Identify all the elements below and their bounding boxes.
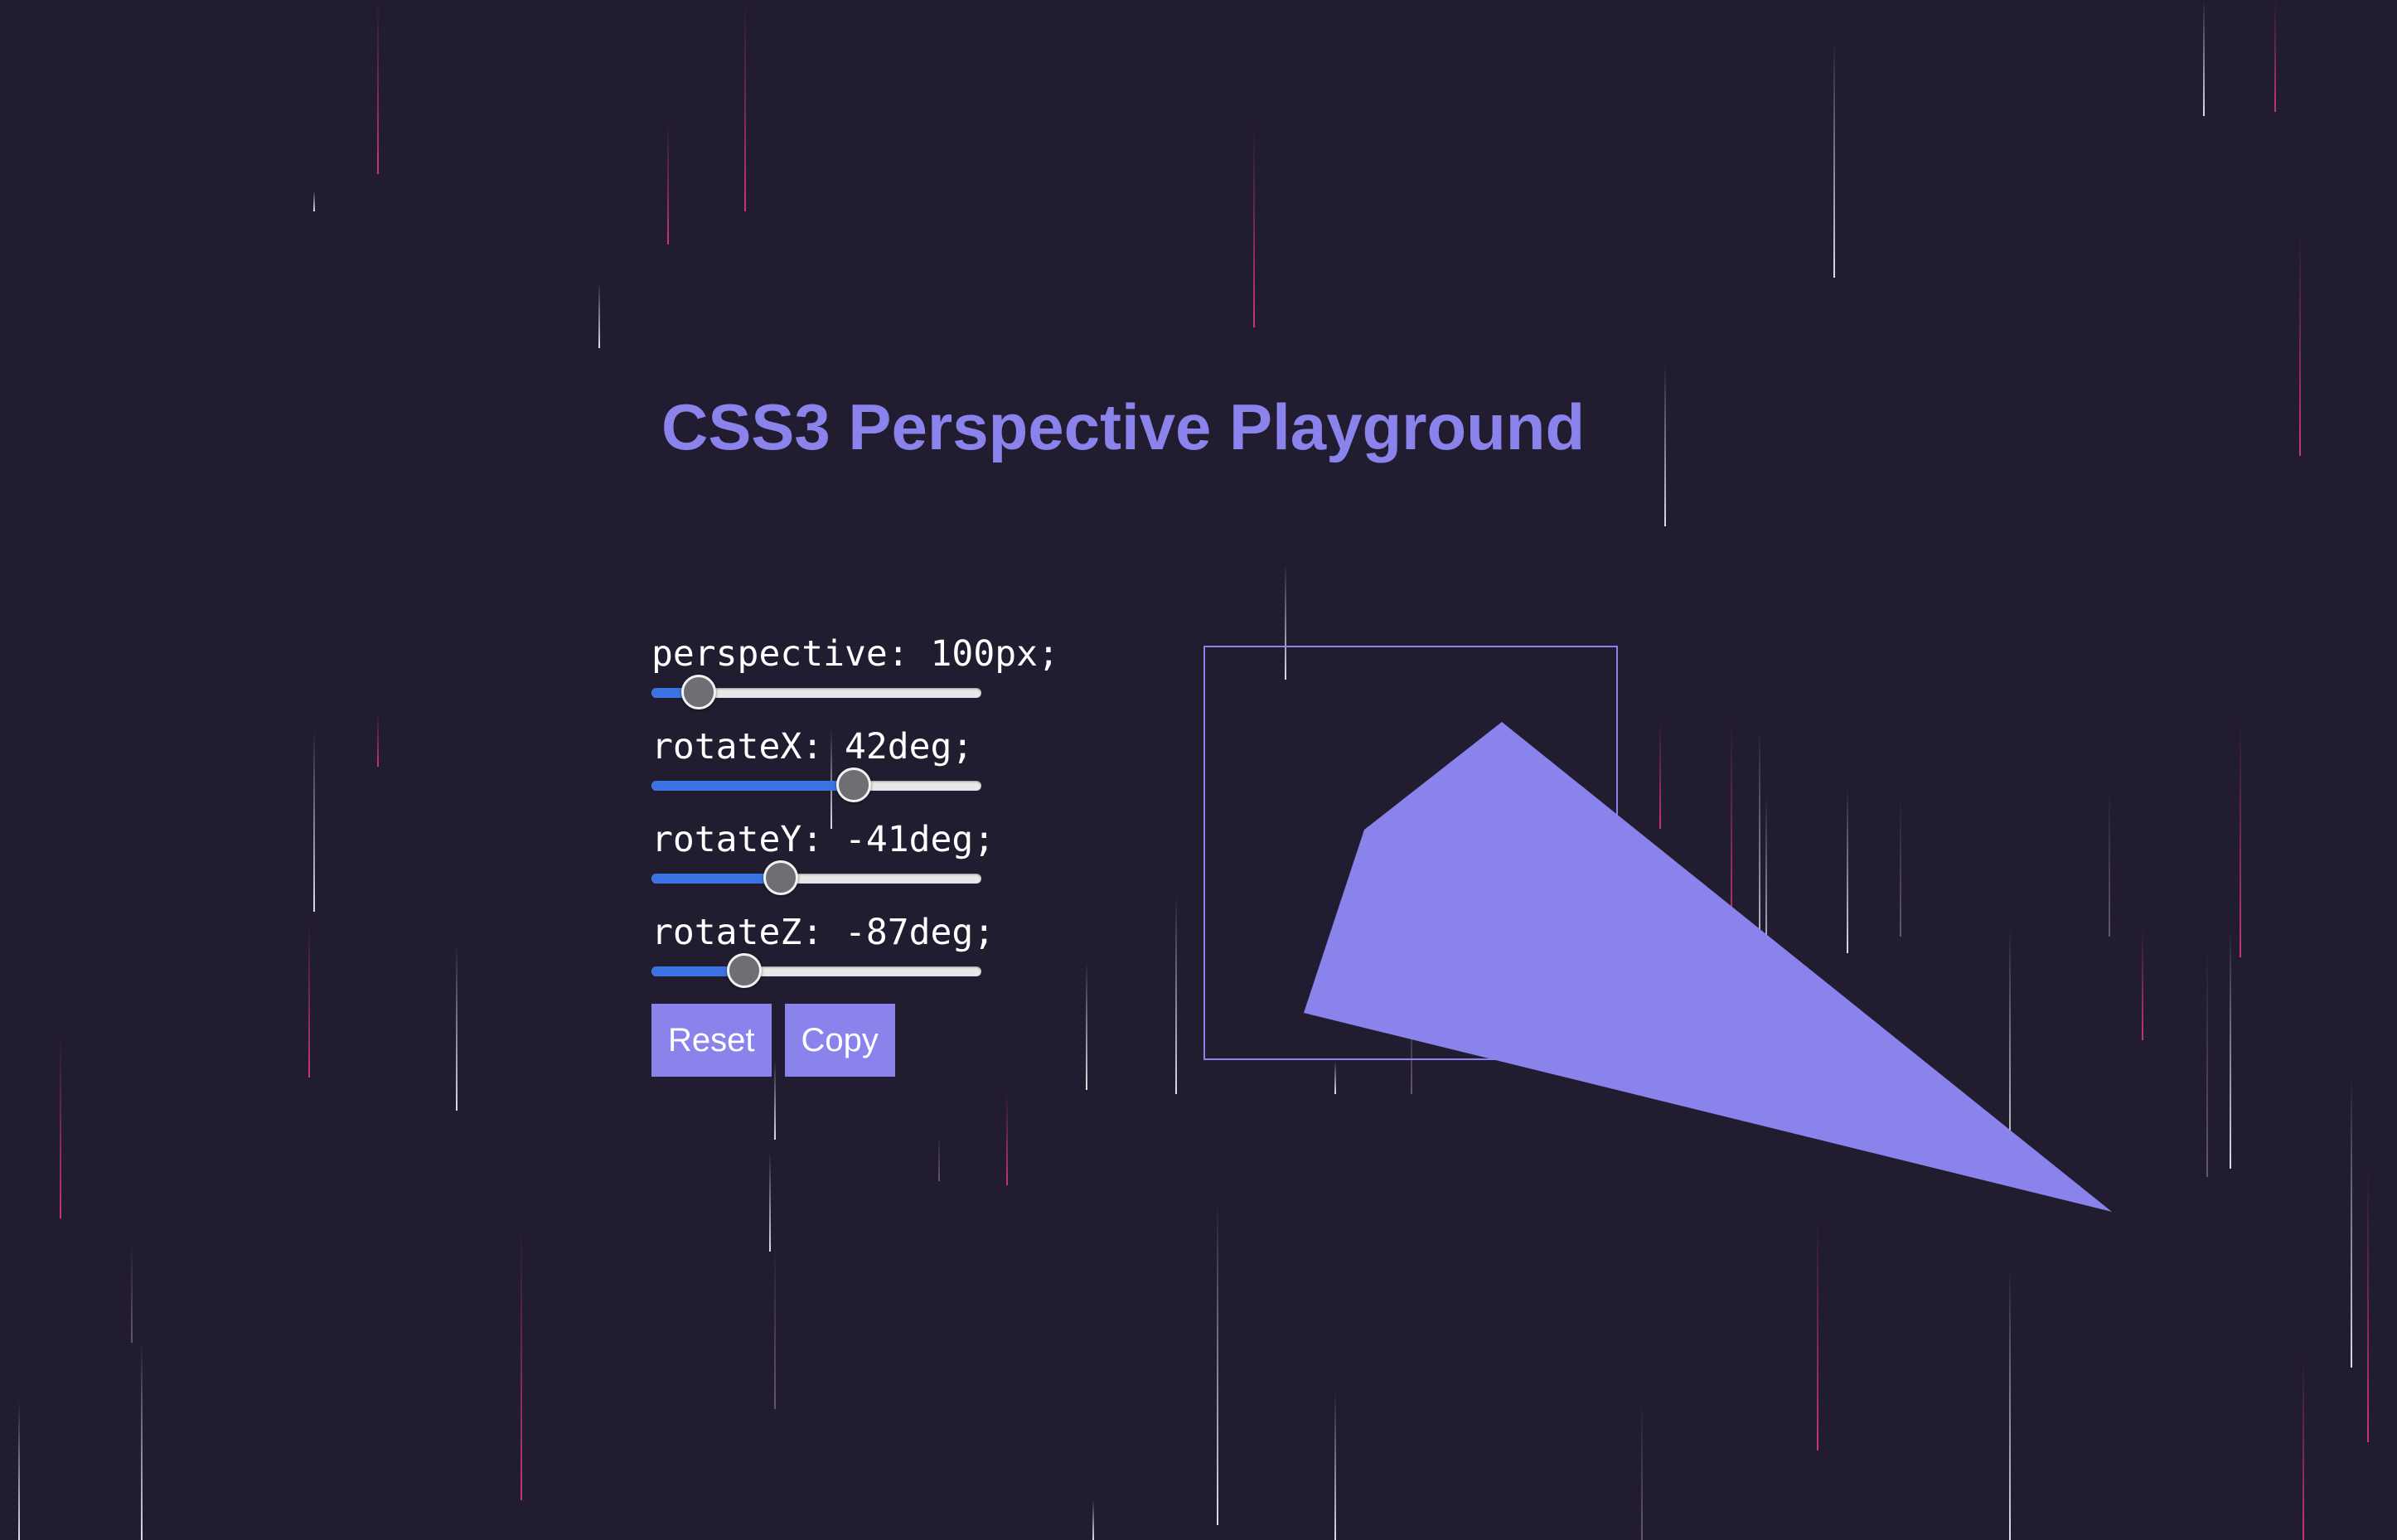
rain-streak — [774, 1243, 776, 1409]
rain-streak — [1664, 365, 1666, 526]
rain-streak — [1334, 1392, 1336, 1540]
rain-streak — [456, 945, 458, 1111]
rain-streak — [2351, 1078, 2352, 1368]
rotatex-slider-fill — [651, 781, 853, 791]
rain-streak — [521, 1227, 522, 1500]
rain-streak — [1833, 41, 1835, 278]
rotatey-slider-fill — [651, 874, 781, 884]
rain-streak — [1847, 787, 1848, 953]
rain-streak — [1334, 1061, 1336, 1094]
preview-area — [1304, 722, 2112, 1212]
rain-streak — [2142, 928, 2143, 1040]
reset-button[interactable]: Reset — [651, 1004, 772, 1077]
rain-streak — [1217, 1202, 1218, 1525]
rain-streak — [1759, 729, 1760, 986]
rotatex-label: rotateX: 42deg; — [651, 726, 974, 768]
perspective-slider[interactable] — [651, 675, 981, 709]
rain-streak — [2109, 787, 2110, 937]
rain-streak — [1175, 895, 1177, 1094]
rain-streak — [1641, 1401, 1643, 1540]
rotatex-slider[interactable] — [651, 768, 981, 802]
rain-streak — [744, 0, 746, 211]
rotatez-label: rotateZ: -87deg; — [651, 912, 995, 953]
action-buttons: Reset Copy — [651, 1004, 908, 1077]
rain-streak — [1900, 796, 1901, 937]
rotatey-slider[interactable] — [651, 860, 981, 895]
rain-streak — [1092, 1500, 1094, 1540]
rain-streak — [2299, 232, 2301, 456]
rain-streak — [938, 1136, 940, 1181]
rain-streak — [141, 1343, 143, 1540]
rain-streak — [313, 191, 315, 211]
rotatex-control: rotateX: 42deg; — [651, 716, 1116, 809]
rain-streak — [667, 124, 669, 245]
rain-streak — [377, 0, 379, 174]
rotatey-slider-thumb[interactable] — [763, 860, 799, 895]
rain-streak — [2230, 928, 2231, 1169]
rain-streak — [313, 729, 315, 912]
rain-streak — [769, 1152, 771, 1252]
rain-streak — [2240, 721, 2241, 957]
rain-streak — [1817, 1218, 1818, 1450]
rain-streak — [2367, 1169, 2369, 1442]
controls-panel: perspective: 100px; rotateX: 42deg; rota… — [651, 623, 1116, 995]
rain-streak — [2274, 0, 2276, 112]
perspective-label: perspective: 100px; — [651, 633, 1059, 675]
rotatez-slider[interactable] — [651, 953, 981, 988]
rotatex-slider-thumb[interactable] — [835, 768, 871, 802]
rotatey-label: rotateY: -41deg; — [651, 819, 995, 860]
rain-streak — [131, 1243, 133, 1343]
rain-streak — [2206, 945, 2208, 1177]
rain-streak — [18, 1401, 20, 1540]
rain-streak — [377, 713, 379, 767]
perspective-control: perspective: 100px; — [651, 623, 1116, 716]
rotatey-control: rotateY: -41deg; — [651, 809, 1116, 902]
playground-stage: CSS3 Perspective Playground perspective:… — [0, 0, 2397, 1540]
rain-streak — [2009, 928, 2011, 1177]
rain-streak — [1253, 124, 1255, 327]
rain-streak — [2303, 1359, 2304, 1540]
rain-streak — [308, 920, 310, 1078]
rain-streak — [2203, 0, 2205, 116]
rain-streak — [1731, 721, 1732, 945]
rain-streak — [1659, 721, 1661, 829]
rain-streak — [598, 282, 600, 348]
rain-streak — [2009, 1268, 2011, 1540]
perspective-slider-thumb[interactable] — [680, 675, 716, 709]
rotatez-control: rotateZ: -87deg; — [651, 902, 1116, 995]
preview-container-outline — [1203, 646, 1618, 1060]
rain-streak — [60, 1036, 61, 1218]
rain-streak — [1006, 1094, 1008, 1185]
rain-background — [0, 0, 2397, 1540]
rain-streak — [1765, 796, 1767, 986]
rotatez-slider-thumb[interactable] — [727, 953, 763, 988]
copy-button[interactable]: Copy — [784, 1004, 895, 1077]
page-title: CSS3 Perspective Playground — [661, 390, 1586, 463]
